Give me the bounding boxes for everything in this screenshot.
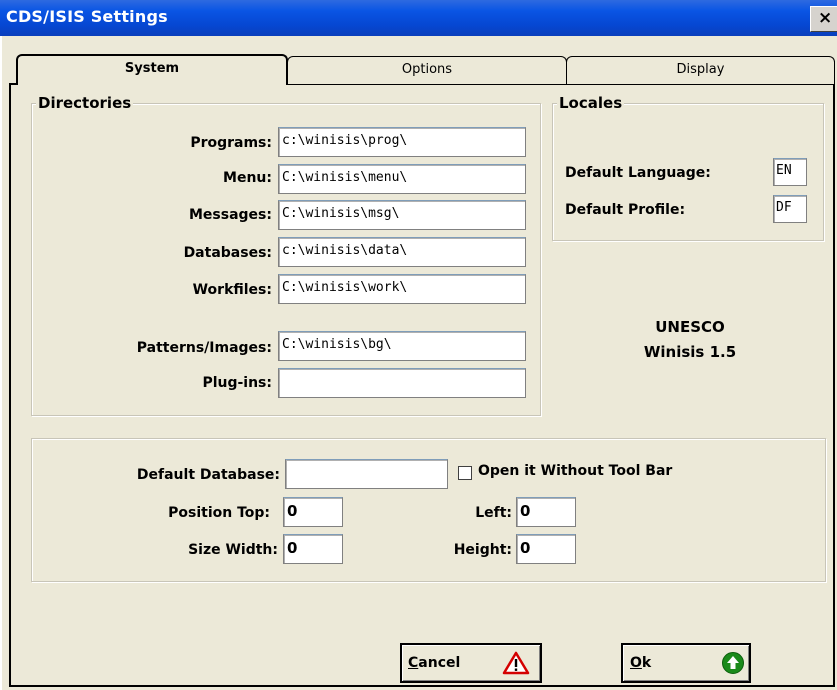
size-height-label: Height: xyxy=(453,542,512,558)
about-version: Winisis 1.5 xyxy=(643,343,737,361)
default-profile-field[interactable]: DF xyxy=(773,195,807,223)
position-top-field[interactable]: 0 xyxy=(283,497,343,527)
close-button[interactable]: × xyxy=(810,6,837,32)
position-left-field[interactable]: 0 xyxy=(516,497,576,527)
size-width-label: Size Width: xyxy=(188,542,278,558)
about-org: UNESCO xyxy=(655,318,725,336)
plugins-field[interactable] xyxy=(278,368,526,398)
workfiles-field[interactable]: C:\winisis\work\ xyxy=(278,274,526,304)
title-bar: CDS/ISIS Settings × xyxy=(0,0,837,36)
databases-label: Databases: xyxy=(183,245,272,261)
messages-field[interactable]: C:\winisis\msg\ xyxy=(278,200,526,230)
menu-label: Menu: xyxy=(223,170,272,186)
tab-system[interactable]: System xyxy=(16,54,288,85)
tab-options[interactable]: Options xyxy=(287,56,567,84)
up-arrow-circle-icon xyxy=(722,652,744,674)
default-database-label: Default Database: xyxy=(136,467,280,483)
cancel-button-label: Cancel xyxy=(408,655,461,671)
tab-display[interactable]: Display xyxy=(566,56,835,84)
programs-field[interactable]: c:\winisis\prog\ xyxy=(278,127,526,157)
position-left-label: Left: xyxy=(475,505,512,521)
directories-title: Directories xyxy=(36,94,134,112)
size-width-field[interactable]: 0 xyxy=(283,534,343,564)
warning-icon xyxy=(502,651,530,675)
patterns-images-field[interactable]: C:\winisis\bg\ xyxy=(278,331,526,361)
messages-label: Messages: xyxy=(189,207,272,223)
patterns-images-label: Patterns/Images: xyxy=(136,340,272,356)
active-tab-joint xyxy=(18,82,286,86)
open-without-toolbar-label[interactable]: Open it Without Tool Bar xyxy=(478,463,672,479)
position-top-label: Position Top: xyxy=(168,505,270,521)
default-language-label: Default Language: xyxy=(565,165,711,181)
size-height-field[interactable]: 0 xyxy=(516,534,576,564)
workfiles-label: Workfiles: xyxy=(192,282,272,298)
databases-field[interactable]: c:\winisis\data\ xyxy=(278,237,526,267)
close-icon: × xyxy=(818,8,833,28)
ok-button-label: Ok xyxy=(630,655,652,671)
plugins-label: Plug-ins: xyxy=(202,375,272,391)
ok-button[interactable]: Ok xyxy=(621,643,751,683)
open-without-toolbar-checkbox[interactable] xyxy=(458,466,472,480)
menu-field[interactable]: C:\winisis\menu\ xyxy=(278,164,526,194)
default-profile-label: Default Profile: xyxy=(565,202,686,218)
default-database-field[interactable] xyxy=(285,459,448,489)
default-language-field[interactable]: EN xyxy=(773,158,807,186)
window-title: CDS/ISIS Settings xyxy=(6,7,168,26)
programs-label: Programs: xyxy=(190,135,272,151)
cancel-button[interactable]: Cancel xyxy=(400,643,542,683)
locales-title: Locales xyxy=(557,94,625,112)
